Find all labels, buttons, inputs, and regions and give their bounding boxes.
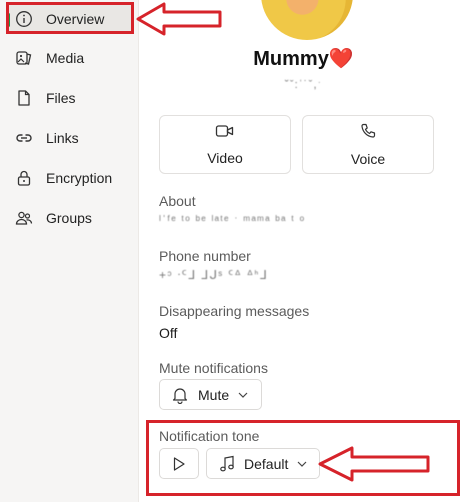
contact-name: Mummy❤️	[140, 46, 467, 71]
sidebar-item-encryption[interactable]: Encryption	[6, 163, 134, 193]
about-label: About	[159, 193, 196, 209]
lock-icon	[14, 168, 34, 188]
disappearing-messages-label: Disappearing messages	[159, 303, 310, 319]
video-camera-icon	[215, 123, 235, 144]
contact-subtitle: ˘ˇ:ˈ˙ˇ,ˑ	[284, 79, 323, 91]
people-icon	[14, 208, 34, 228]
mute-dropdown-button[interactable]: Mute	[159, 379, 262, 410]
phone-number-label: Phone number	[159, 248, 251, 264]
sidebar-item-media[interactable]: Media	[6, 43, 134, 73]
video-call-button[interactable]: Video	[159, 115, 291, 174]
mute-button-label: Mute	[198, 386, 230, 403]
phone-number-value[interactable]: +ᵓ ᐧᑦᒧ ᒧᒍˢ ᑦᐞ ᐞᑋᒧ	[159, 268, 268, 283]
sidebar-item-label: Encryption	[46, 170, 113, 186]
sidebar-item-files[interactable]: Files	[6, 83, 134, 113]
sidebar-item-groups[interactable]: Groups	[6, 203, 134, 233]
link-icon	[14, 128, 34, 148]
avatar[interactable]	[261, 0, 353, 40]
phone-icon	[359, 122, 377, 145]
annotation-highlight-overview	[6, 2, 134, 34]
about-value: ˡˈᶠᵉ ᵗᵒ ᵇᵉ ˡᵃᵗᵉ ˑ ᵐᵃᵐᵃ ᵇᵃ ᵗ ᵒ	[159, 213, 306, 227]
bell-icon	[172, 386, 188, 404]
sidebar-item-label: Groups	[46, 210, 92, 226]
sidebar-item-label: Files	[46, 90, 76, 106]
sidebar-item-label: Media	[46, 50, 85, 66]
media-icon	[14, 48, 34, 68]
sidebar-item-label: Links	[46, 130, 79, 146]
contact-name-text: Mummy	[253, 48, 329, 70]
video-call-label: Video	[207, 150, 243, 166]
voice-call-label: Voice	[350, 151, 386, 167]
mute-notifications-label: Mute notifications	[159, 360, 268, 376]
chevron-down-icon	[238, 392, 248, 398]
sidebar-item-links[interactable]: Links	[6, 123, 134, 153]
voice-call-button[interactable]: Voice	[302, 115, 434, 174]
file-icon	[14, 88, 34, 108]
sidebar: Overview Media Files Links Encryption Gr…	[0, 0, 139, 502]
annotation-arrow-left	[318, 446, 430, 482]
disappearing-messages-value[interactable]: Off	[159, 325, 177, 341]
heart-emoji: ❤️	[328, 48, 354, 70]
